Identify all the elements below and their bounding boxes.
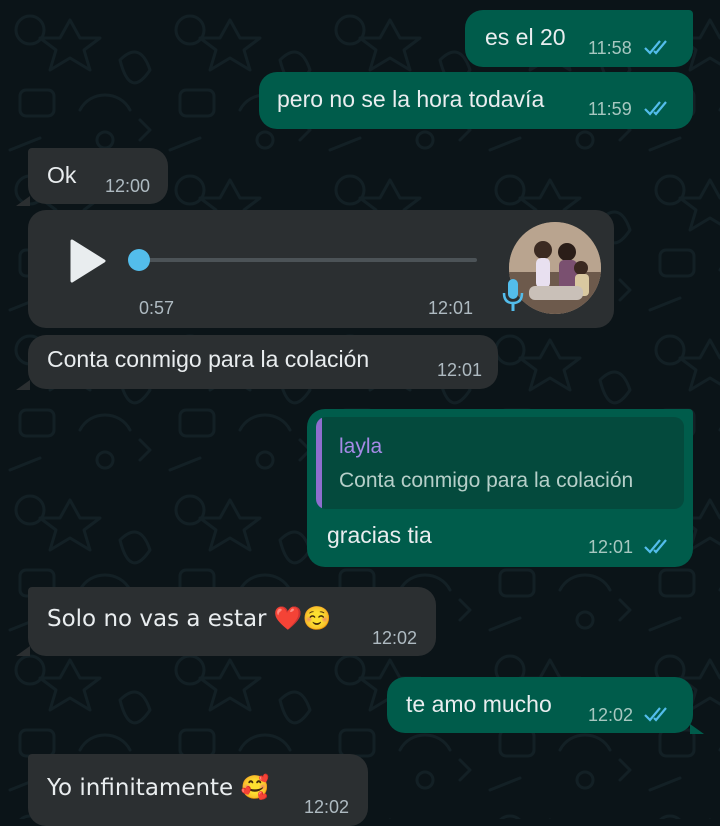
double-check-icon — [644, 101, 667, 116]
message-text: te amo mucho — [406, 691, 552, 717]
bubble-tail — [690, 724, 704, 734]
message-time: 12:02 — [588, 705, 634, 725]
bubble-tail — [16, 646, 30, 656]
voice-progress-track[interactable] — [139, 258, 477, 262]
quoted-author: layla — [339, 435, 383, 458]
message-text: Ok — [47, 162, 77, 188]
double-check-icon — [644, 539, 667, 554]
message-text: Solo no vas a estar ❤️☺️ — [47, 606, 332, 632]
incoming-message[interactable]: Solo no vas a estar ❤️☺️ 12:02 — [28, 587, 436, 656]
outgoing-reply-message[interactable]: layla Conta conmigo para la colación gra… — [307, 409, 693, 567]
outgoing-message[interactable]: te amo mucho 12:02 — [387, 677, 693, 733]
double-check-icon — [644, 707, 667, 722]
incoming-message[interactable]: Conta conmigo para la colación 12:01 — [28, 335, 498, 389]
message-time: 12:02 — [304, 797, 350, 817]
microphone-icon — [502, 279, 524, 311]
quoted-text: Conta conmigo para la colación — [339, 469, 634, 492]
bubble-tail — [16, 380, 30, 390]
play-icon[interactable] — [68, 239, 108, 283]
quoted-message[interactable]: layla Conta conmigo para la colación — [316, 417, 684, 509]
voice-message[interactable]: 0:57 12:01 — [28, 210, 614, 328]
incoming-message[interactable]: Ok 12:00 — [28, 148, 168, 204]
message-text: gracias tia — [327, 522, 432, 548]
outgoing-message[interactable]: es el 20 11:58 — [465, 10, 693, 67]
message-text: es el 20 — [485, 24, 566, 50]
message-time: 11:59 — [588, 99, 632, 119]
message-time: 12:01 — [428, 298, 474, 318]
message-time: 12:01 — [437, 360, 483, 380]
message-text: Yo infinitamente 🥰 — [47, 775, 270, 801]
quote-accent-bar — [316, 417, 322, 509]
voice-progress-knob[interactable] — [128, 249, 150, 271]
message-time: 12:00 — [105, 176, 151, 196]
double-check-icon — [644, 40, 667, 55]
message-text: pero no se la hora todavía — [277, 86, 545, 112]
message-time: 12:02 — [372, 628, 418, 648]
outgoing-message[interactable]: pero no se la hora todavía 11:59 — [259, 72, 693, 129]
message-time: 12:01 — [588, 537, 634, 557]
bubble-tail — [16, 196, 30, 206]
message-time: 11:58 — [588, 38, 632, 58]
voice-duration: 0:57 — [139, 298, 175, 318]
message-text: Conta conmigo para la colación — [47, 346, 370, 372]
incoming-message[interactable]: Yo infinitamente 🥰 12:02 — [28, 754, 368, 826]
